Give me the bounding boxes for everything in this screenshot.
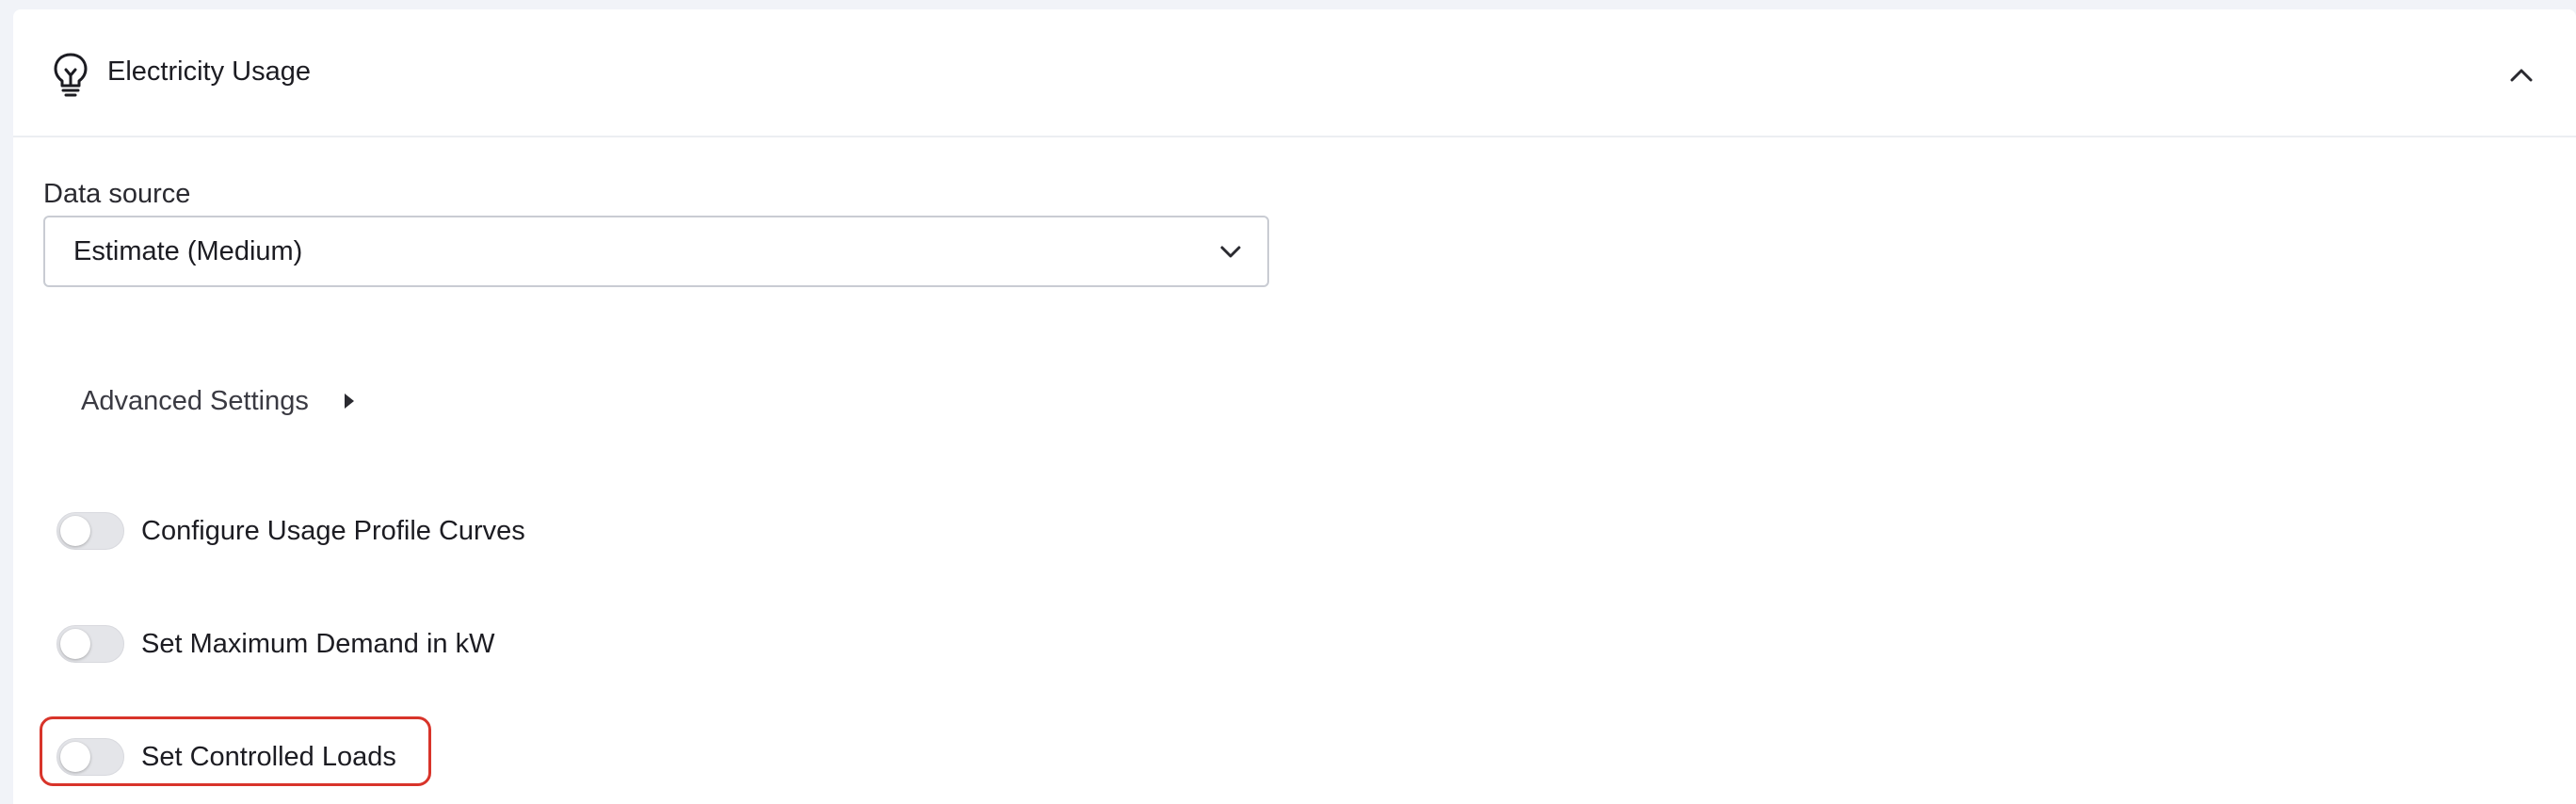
- caret-right-icon: [339, 390, 358, 412]
- data-source-select[interactable]: Estimate (Medium): [43, 216, 1269, 287]
- controlled-loads-switch[interactable]: [56, 738, 124, 776]
- electricity-usage-panel: Electricity Usage Data source Estimate (…: [13, 9, 2576, 804]
- panel-header[interactable]: Electricity Usage: [13, 9, 2576, 137]
- advanced-settings-label: Advanced Settings: [81, 386, 309, 416]
- data-source-selected-value: Estimate (Medium): [73, 236, 303, 266]
- chevron-up-icon[interactable]: [2504, 58, 2538, 92]
- lightbulb-icon: [49, 51, 92, 98]
- maximum-demand-switch[interactable]: [56, 625, 124, 663]
- advanced-settings-toggle[interactable]: Advanced Settings: [81, 380, 358, 422]
- chevron-down-icon: [1215, 236, 1247, 268]
- switch-knob: [60, 742, 90, 772]
- panel-title: Electricity Usage: [107, 56, 311, 87]
- usage-profile-curves-switch[interactable]: [56, 512, 124, 550]
- switch-knob: [60, 516, 90, 546]
- toggle-label: Set Controlled Loads: [141, 742, 396, 772]
- toggle-label: Set Maximum Demand in kW: [141, 629, 495, 659]
- switch-knob: [60, 629, 90, 659]
- toggle-label: Configure Usage Profile Curves: [141, 516, 525, 546]
- data-source-label: Data source: [43, 179, 191, 209]
